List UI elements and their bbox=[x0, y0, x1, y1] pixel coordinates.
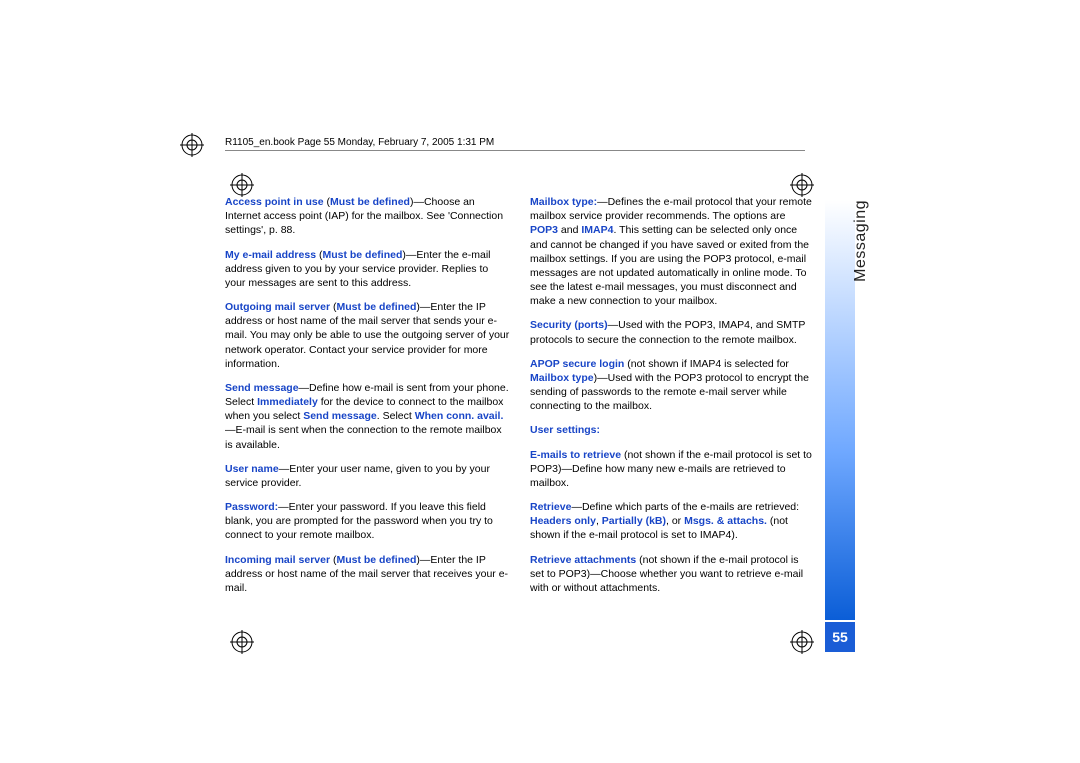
crop-mark-icon bbox=[790, 173, 812, 195]
term: Access point in use bbox=[225, 196, 324, 208]
para: Send message—Define how e-mail is sent f… bbox=[225, 381, 510, 452]
term: Must be defined bbox=[336, 554, 416, 566]
term: Retrieve bbox=[530, 501, 571, 513]
side-gradient bbox=[825, 200, 855, 620]
crop-mark-icon bbox=[230, 630, 252, 652]
para: Security (ports)—Used with the POP3, IMA… bbox=[530, 318, 815, 346]
term: Mailbox type bbox=[530, 372, 594, 384]
page-body: Access point in use (Must be defined)—Ch… bbox=[225, 195, 815, 605]
para: Outgoing mail server (Must be defined)—E… bbox=[225, 300, 510, 371]
term: Partially (kB) bbox=[602, 515, 666, 527]
para: Retrieve attachments (not shown if the e… bbox=[530, 553, 815, 596]
term: APOP secure login bbox=[530, 358, 624, 370]
term: Immediately bbox=[257, 396, 318, 408]
heading: User settings: bbox=[530, 423, 815, 437]
term: Outgoing mail server bbox=[225, 301, 330, 313]
term: Incoming mail server bbox=[225, 554, 330, 566]
para: Retrieve—Define which parts of the e-mai… bbox=[530, 500, 815, 543]
para: Incoming mail server (Must be defined)—E… bbox=[225, 553, 510, 596]
section-label: Messaging bbox=[852, 200, 870, 282]
para: User name—Enter your user name, given to… bbox=[225, 462, 510, 490]
column-right: Mailbox type:—Defines the e-mail protoco… bbox=[530, 195, 815, 605]
para: Access point in use (Must be defined)—Ch… bbox=[225, 195, 510, 238]
para: Password:—Enter your password. If you le… bbox=[225, 500, 510, 543]
term: Password: bbox=[225, 501, 278, 513]
term: My e-mail address bbox=[225, 249, 316, 261]
term: Msgs. & attachs. bbox=[684, 515, 767, 527]
term: Must be defined bbox=[336, 301, 416, 313]
term: Retrieve attachments bbox=[530, 554, 636, 566]
page-header-meta: R1105_en.book Page 55 Monday, February 7… bbox=[225, 137, 494, 148]
para: E-mails to retrieve (not shown if the e-… bbox=[530, 448, 815, 491]
header-rule bbox=[225, 150, 805, 151]
para: APOP secure login (not shown if IMAP4 is… bbox=[530, 357, 815, 414]
term: User name bbox=[225, 463, 279, 475]
crop-mark-icon bbox=[790, 630, 812, 652]
term: Send message bbox=[303, 410, 377, 422]
para: My e-mail address (Must be defined)—Ente… bbox=[225, 248, 510, 291]
term: Must be defined bbox=[322, 249, 402, 261]
term: Mailbox type: bbox=[530, 196, 597, 208]
term: POP3 bbox=[530, 224, 558, 236]
crop-mark-icon bbox=[180, 133, 202, 155]
term: Headers only bbox=[530, 515, 596, 527]
para: Mailbox type:—Defines the e-mail protoco… bbox=[530, 195, 815, 308]
page-number: 55 bbox=[825, 622, 855, 652]
term: E-mails to retrieve bbox=[530, 449, 621, 461]
column-left: Access point in use (Must be defined)—Ch… bbox=[225, 195, 510, 605]
crop-mark-icon bbox=[230, 173, 252, 195]
term: Security (ports) bbox=[530, 319, 608, 331]
term: When conn. avail. bbox=[415, 410, 504, 422]
term: IMAP4 bbox=[581, 224, 613, 236]
term: Must be defined bbox=[330, 196, 410, 208]
term: Send message bbox=[225, 382, 299, 394]
